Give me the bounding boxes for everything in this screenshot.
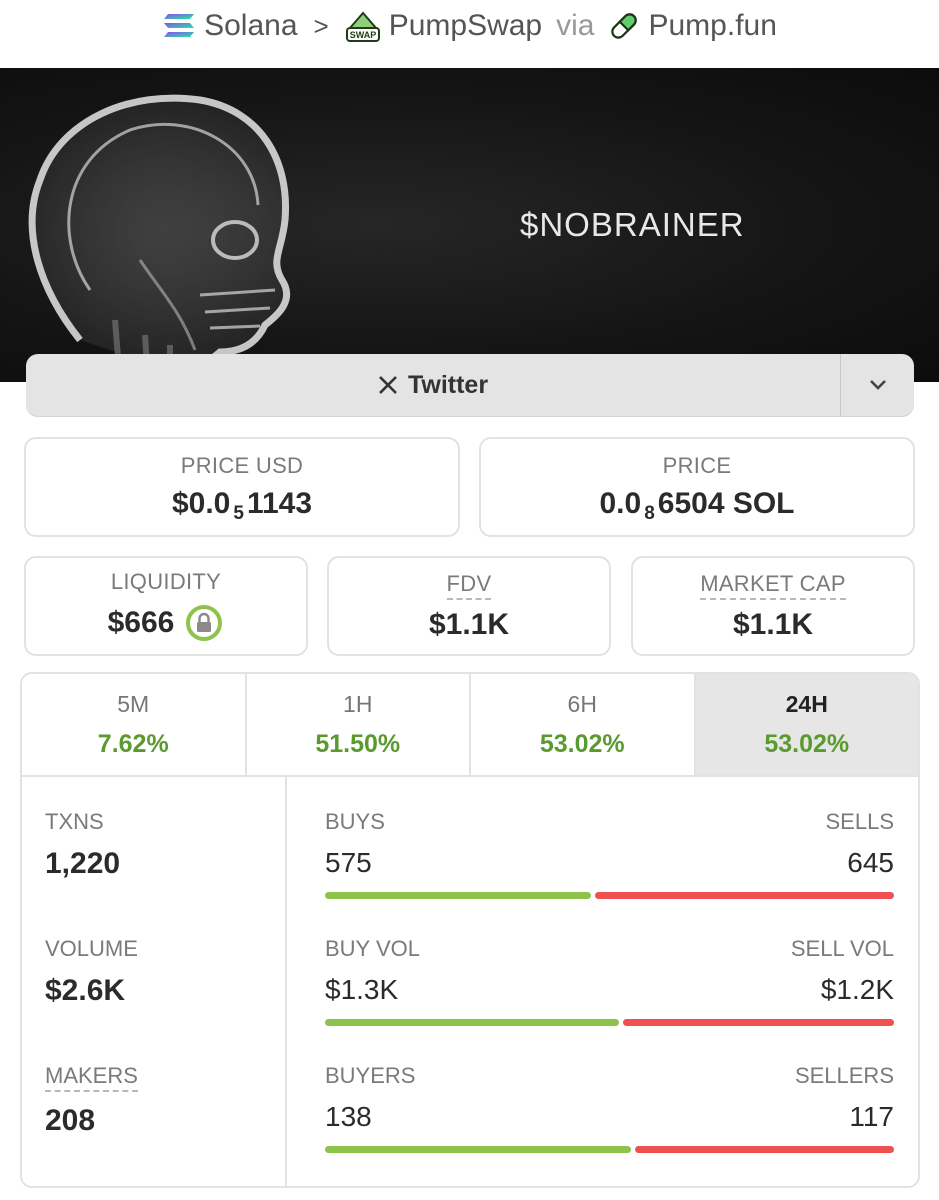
price-usd-value: $0.0 5 1143: [171, 487, 313, 524]
sellers-value: 117: [849, 1101, 894, 1132]
breadcrumb-launchpad[interactable]: Pump.fun: [608, 9, 777, 43]
price-native-prefix: 0.0: [599, 487, 642, 520]
breadcrumb-launchpad-label: Pump.fun: [648, 9, 777, 42]
makers-value: 208: [45, 1104, 96, 1137]
solana-icon: [164, 14, 195, 37]
social-expand-button[interactable]: [840, 354, 914, 416]
breadcrumb-chain-label: Solana: [204, 9, 298, 42]
tab-5m-label: 5M: [117, 690, 150, 717]
price-usd-label: PRICE USD: [180, 453, 304, 478]
twitter-label: Twitter: [407, 370, 489, 399]
buyers-value: 138: [325, 1101, 372, 1132]
liquidity-card: LIQUIDITY $666: [24, 556, 308, 656]
volume-split: BUY VOL SELL VOL $1.3K $1.2K: [325, 936, 894, 1026]
buy-vol-bar-fill: [325, 1019, 619, 1026]
breadcrumb-chain[interactable]: Solana: [162, 9, 298, 43]
token-banner: $NOBRAINER: [0, 68, 939, 382]
volume-value: $2.6K: [45, 974, 126, 1007]
buys-sells-bar: [325, 892, 894, 899]
sells-value: 645: [847, 847, 894, 878]
buys-value: 575: [325, 847, 372, 878]
makers-label[interactable]: MAKERS: [45, 1063, 138, 1092]
volume-bar: [325, 1019, 894, 1026]
sells-bar-fill: [595, 892, 894, 899]
timeframe-tabs: 5M 7.62% 1H 51.50% 6H 53.02% 24H 53.02%: [22, 674, 918, 777]
totals-column: TXNS 1,220 VOLUME $2.6K MAKERS 208: [22, 777, 287, 1186]
price-usd-card: PRICE USD $0.0 5 1143: [24, 437, 460, 537]
fdv-value: $1.1K: [428, 607, 510, 641]
sell-vol-label: SELL VOL: [790, 936, 894, 961]
breadcrumb-separator: >: [313, 10, 329, 41]
breadcrumb-dex-label: PumpSwap: [388, 9, 543, 42]
price-usd-prefix: $0.0: [171, 487, 231, 520]
svg-text:SWAP: SWAP: [349, 30, 376, 40]
volume-label: VOLUME: [45, 936, 138, 961]
price-native-value: 0.0 8 6504 SOL: [599, 487, 795, 524]
price-native-card: PRICE 0.0 8 6504 SOL: [479, 437, 915, 537]
pumpswap-icon: SWAP: [345, 11, 380, 42]
fdv-card: FDV $1.1K: [327, 556, 611, 656]
lock-icon[interactable]: [184, 603, 224, 643]
breadcrumb: Solana > SWAP PumpSwap via Pump.fun: [0, 0, 939, 52]
buyers-sellers-bar: [325, 1146, 894, 1153]
sell-vol-bar-fill: [622, 1019, 894, 1026]
price-usd-digits: 1143: [246, 487, 313, 520]
sells-label: SELLS: [825, 809, 895, 834]
skull-xray-image: [28, 94, 291, 382]
tab-6h[interactable]: 6H 53.02%: [471, 674, 696, 775]
fdv-label[interactable]: FDV: [446, 571, 492, 600]
txns-value: 1,220: [45, 847, 121, 880]
makers-metric: MAKERS 208: [45, 1063, 138, 1138]
chevron-down-icon: [869, 380, 886, 390]
price-native-digits: 6504 SOL: [657, 487, 795, 520]
buys-label: BUYS: [325, 809, 385, 834]
tab-1h-label: 1H: [343, 690, 373, 717]
token-ticker: $NOBRAINER: [520, 206, 745, 243]
tab-24h-label: 24H: [785, 690, 828, 717]
x-logo-icon: [379, 376, 397, 394]
tab-1h[interactable]: 1H 51.50%: [247, 674, 471, 775]
tab-1h-change: 51.50%: [315, 729, 401, 758]
buy-vol-value: $1.3K: [325, 974, 399, 1005]
txns-label: TXNS: [45, 809, 104, 834]
tab-24h-change: 53.02%: [764, 729, 850, 758]
sell-vol-value: $1.2K: [820, 974, 894, 1005]
buyers-bar-fill: [325, 1146, 631, 1153]
market-cap-label[interactable]: MARKET CAP: [700, 571, 846, 600]
tab-24h[interactable]: 24H 53.02%: [695, 674, 918, 775]
buy-vol-label: BUY VOL: [325, 936, 420, 961]
buyers-label: BUYERS: [325, 1063, 416, 1088]
market-cap-card: MARKET CAP $1.1K: [631, 556, 915, 656]
tab-6h-label: 6H: [567, 690, 597, 717]
volume-metric: VOLUME $2.6K: [45, 936, 138, 1008]
makers-split: BUYERS SELLERS 138 117: [325, 1063, 894, 1153]
market-cap-value: $1.1K: [732, 607, 814, 641]
liquidity-value: $666: [107, 606, 175, 639]
social-links-bar: Twitter: [26, 354, 914, 416]
buys-bar-fill: [325, 892, 592, 899]
liquidity-label: LIQUIDITY: [110, 569, 222, 594]
sellers-label: SELLERS: [794, 1063, 894, 1088]
pill-icon: [611, 13, 638, 39]
breadcrumb-via: via: [556, 9, 595, 42]
split-column: BUYS SELLS 575 645 BUY VOL SELL VOL $1.3…: [289, 777, 918, 1186]
price-usd-zero-count: 5: [233, 503, 244, 524]
breadcrumb-dex[interactable]: SWAP PumpSwap: [345, 8, 542, 44]
price-native-zero-count: 8: [644, 503, 655, 524]
stats-panel: 5M 7.62% 1H 51.50% 6H 53.02% 24H 53.02% …: [20, 672, 920, 1188]
tab-5m-change: 7.62%: [97, 729, 169, 758]
tab-6h-change: 53.02%: [539, 729, 625, 758]
buys-sells-split: BUYS SELLS 575 645: [325, 809, 894, 899]
twitter-link[interactable]: Twitter: [26, 354, 840, 416]
liquidity-value-row: $666: [108, 603, 225, 643]
txns-metric: TXNS 1,220: [45, 809, 120, 881]
sellers-bar-fill: [634, 1146, 894, 1153]
tab-5m[interactable]: 5M 7.62%: [22, 674, 247, 775]
price-native-label: PRICE: [662, 453, 732, 478]
